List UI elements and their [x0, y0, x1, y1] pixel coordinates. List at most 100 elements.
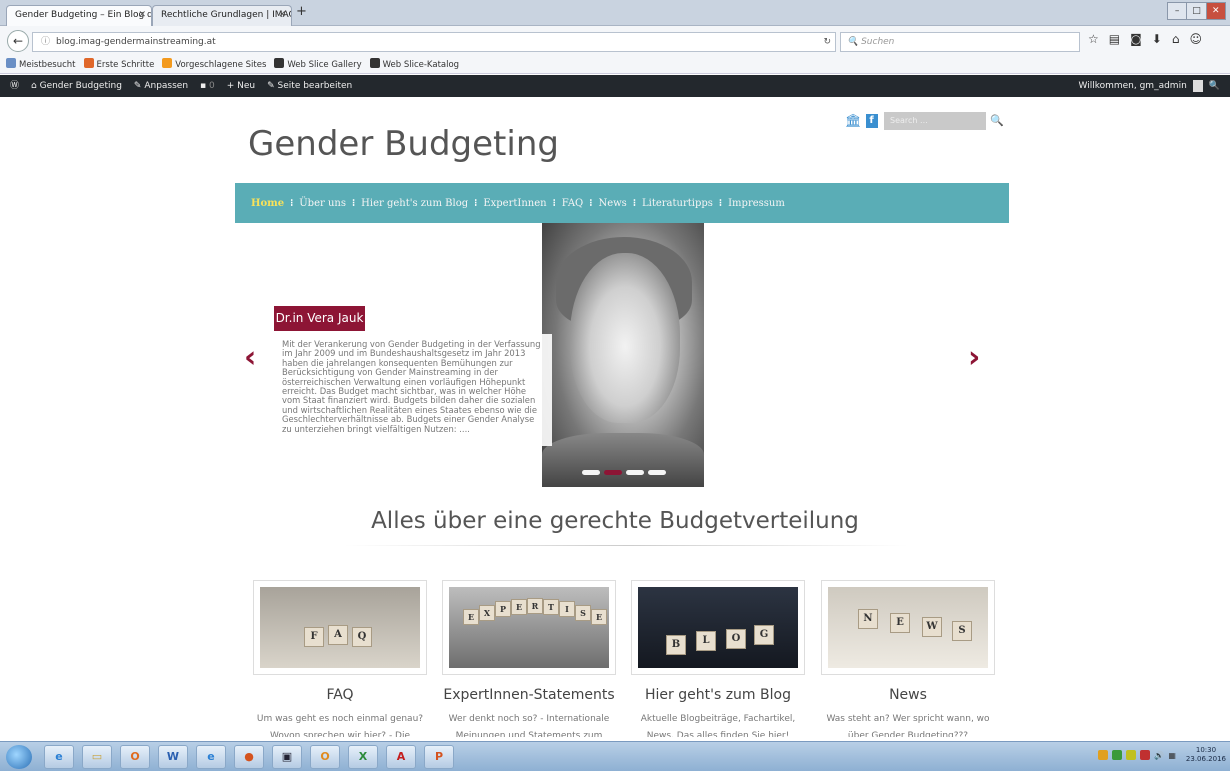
- bookmark-item[interactable]: Web Slice-Katalog: [369, 56, 459, 73]
- letter-cube: P: [495, 601, 511, 617]
- url-bar[interactable]: ⓘ blog.imag-gendermainstreaming.at ↻: [32, 32, 836, 52]
- tray-app-icon[interactable]: [1098, 750, 1109, 760]
- card-thumbnail[interactable]: E X P E R T I S E: [442, 580, 616, 675]
- start-button[interactable]: [6, 745, 32, 769]
- onenote-icon[interactable]: O: [310, 745, 340, 769]
- tab-rechtliche-grundlagen[interactable]: Rechtliche Grundlagen | IMAG ... ✕: [152, 5, 292, 26]
- slider-prev-arrow-icon[interactable]: ‹: [244, 340, 256, 375]
- pocket-icon[interactable]: ◙: [1130, 32, 1142, 46]
- nav-item-impressum[interactable]: Impressum: [728, 198, 785, 209]
- internet-explorer-icon[interactable]: e: [44, 745, 74, 769]
- bookmark-star-icon[interactable]: ☆: [1088, 32, 1099, 46]
- admin-site-link[interactable]: ⌂ Gender Budgeting: [31, 75, 122, 97]
- admin-new-link[interactable]: + Neu: [227, 75, 255, 97]
- tray-app-icon[interactable]: [1112, 750, 1123, 760]
- network-icon[interactable]: ▦: [1168, 751, 1176, 760]
- slide-portrait-image: [542, 223, 704, 487]
- window-controls: – □ ✕: [1167, 2, 1226, 20]
- computer-icon[interactable]: ▣: [272, 745, 302, 769]
- tray-app-icon[interactable]: [1140, 750, 1151, 760]
- info-icon[interactable]: ⓘ: [41, 37, 50, 47]
- card-faq[interactable]: F A Q FAQ Um was geht es noch einmal gen…: [253, 580, 427, 737]
- card-title[interactable]: News: [821, 687, 995, 703]
- bookmark-item[interactable]: Web Slice Gallery: [274, 56, 362, 73]
- minimize-icon[interactable]: –: [1167, 2, 1188, 20]
- nav-separator: ⁝: [589, 197, 593, 209]
- reload-icon[interactable]: ↻: [823, 33, 831, 51]
- nav-item-expertinnen[interactable]: ExpertInnen: [483, 198, 546, 209]
- bookmark-item[interactable]: Meistbesucht: [6, 56, 76, 73]
- nav-item-news[interactable]: News: [598, 198, 626, 209]
- nav-item-literaturtipps[interactable]: Literaturtipps: [642, 198, 713, 209]
- firefox-icon[interactable]: ●: [234, 745, 264, 769]
- folder-icon: [6, 58, 16, 68]
- bookmark-item[interactable]: Vorgeschlagene Sites: [162, 56, 266, 73]
- download-icon[interactable]: ⬇: [1152, 32, 1162, 46]
- slide-name-label[interactable]: Dr.in Vera Jauk: [274, 306, 365, 331]
- letter-cube: S: [575, 605, 591, 621]
- card-description: Um was geht es noch einmal genau? Wovon …: [256, 714, 424, 737]
- slider-dot[interactable]: [582, 470, 600, 475]
- section-divider: [344, 545, 908, 546]
- card-thumbnail[interactable]: F A Q: [253, 580, 427, 675]
- card-expertinnen[interactable]: E X P E R T I S E ExpertInnen-Statements…: [442, 580, 616, 737]
- back-icon[interactable]: ←: [7, 30, 29, 52]
- maximize-icon[interactable]: □: [1186, 2, 1207, 20]
- acrobat-icon[interactable]: A: [386, 745, 416, 769]
- card-title[interactable]: FAQ: [253, 687, 427, 703]
- close-tab-icon[interactable]: ✕: [278, 6, 286, 25]
- volume-icon[interactable]: 🔊: [1154, 751, 1164, 760]
- nav-item-faq[interactable]: FAQ: [562, 198, 584, 209]
- outlook-icon[interactable]: O: [120, 745, 150, 769]
- slider-dot-active[interactable]: [604, 470, 622, 475]
- close-window-icon[interactable]: ✕: [1205, 2, 1226, 20]
- home-icon[interactable]: ⌂: [1172, 32, 1180, 46]
- taskbar-clock[interactable]: 10:30 23.06.2016: [1186, 746, 1226, 764]
- tab-gender-budgeting[interactable]: Gender Budgeting – Ein Blog d... ✕: [6, 5, 152, 26]
- powerpoint-icon[interactable]: P: [424, 745, 454, 769]
- facebook-icon[interactable]: f: [865, 114, 878, 128]
- explorer-folder-icon[interactable]: ▭: [82, 745, 112, 769]
- avatar[interactable]: [1192, 80, 1203, 92]
- plus-icon: +: [226, 81, 238, 91]
- nav-item-blog[interactable]: Hier geht's zum Blog: [361, 198, 468, 209]
- excel-icon[interactable]: X: [348, 745, 378, 769]
- letter-cube: O: [726, 629, 746, 649]
- slide-text: Mit der Verankerung von Gender Budgeting…: [274, 334, 552, 446]
- card-title[interactable]: Hier geht's zum Blog: [631, 687, 805, 703]
- admin-greeting[interactable]: Willkommen, gm_admin: [1079, 75, 1187, 97]
- news-image: N E W S: [828, 587, 988, 668]
- card-title[interactable]: ExpertInnen-Statements: [442, 687, 616, 703]
- letter-cube: S: [952, 621, 972, 641]
- card-news[interactable]: N E W S News Was steht an? Wer spricht w…: [821, 580, 995, 737]
- card-blog[interactable]: B L O G Hier geht's zum Blog Aktuelle Bl…: [631, 580, 805, 737]
- bookmark-item[interactable]: Erste Schritte: [83, 56, 154, 73]
- tray-app-icon[interactable]: [1126, 750, 1137, 760]
- admin-edit-link[interactable]: ✎ Seite bearbeiten: [267, 75, 352, 97]
- wp-admin-bar: Ⓦ ⌂ Gender Budgeting ✎ Anpassen ▪ 0 + Ne…: [0, 75, 1230, 97]
- nav-item-home[interactable]: Home: [251, 198, 284, 209]
- taskbar-pinned-apps: e ▭ O W e ● ▣ O X A P: [44, 745, 454, 769]
- browser-search-input[interactable]: 🔍 Suchen: [840, 32, 1080, 52]
- search-icon[interactable]: 🔍: [1209, 75, 1220, 97]
- institution-icon[interactable]: 🏛: [845, 114, 862, 129]
- close-tab-icon[interactable]: ✕: [138, 6, 146, 25]
- wordpress-logo-icon[interactable]: Ⓦ: [10, 75, 19, 97]
- slider-dot[interactable]: [626, 470, 644, 475]
- reading-list-icon[interactable]: ▤: [1109, 32, 1120, 46]
- slider-dot[interactable]: [648, 470, 666, 475]
- word-icon[interactable]: W: [158, 745, 188, 769]
- card-thumbnail[interactable]: N E W S: [821, 580, 995, 675]
- new-tab-icon[interactable]: +: [296, 4, 307, 19]
- admin-comments-link[interactable]: ▪ 0: [200, 75, 215, 97]
- browser-nav-bar: ← ⓘ blog.imag-gendermainstreaming.at ↻ 🔍 …: [0, 26, 1230, 56]
- slider-next-arrow-icon[interactable]: ›: [968, 340, 980, 375]
- admin-customize-link[interactable]: ✎ Anpassen: [134, 75, 188, 97]
- search-icon[interactable]: 🔍: [990, 114, 1004, 127]
- site-title[interactable]: Gender Budgeting: [248, 124, 559, 164]
- internet-explorer-icon[interactable]: e: [196, 745, 226, 769]
- site-search-input[interactable]: Search ...: [884, 112, 986, 130]
- card-thumbnail[interactable]: B L O G: [631, 580, 805, 675]
- nav-item-ueber-uns[interactable]: Über uns: [299, 198, 346, 209]
- chat-icon[interactable]: ☺: [1189, 32, 1202, 46]
